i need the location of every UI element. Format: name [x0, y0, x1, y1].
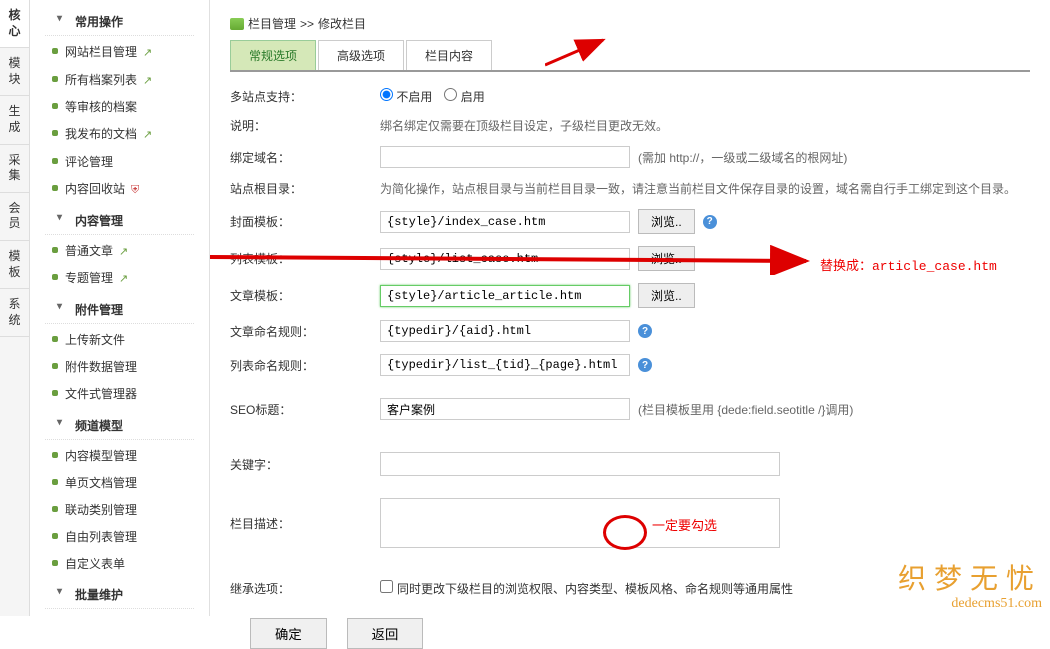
sidebar-item[interactable]: 联动类别管理 [30, 497, 209, 524]
article-tpl-input[interactable] [380, 285, 630, 307]
note-text: 绑名绑定仅需要在顶级栏目设定，子级栏目更改无效。 [380, 117, 668, 134]
nav-tab-0[interactable]: 核心 [0, 0, 29, 48]
domain-hint: (需加 http://，一级或二级域名的根网址) [638, 149, 847, 166]
sidebar-group-title[interactable]: 批量维护 [45, 581, 194, 609]
cover-tpl-input[interactable] [380, 211, 630, 233]
nav-tab-6[interactable]: 系统 [0, 289, 29, 337]
link-icon: ⛨ [131, 184, 139, 196]
sidebar-item[interactable]: 上传新文件 [30, 327, 209, 354]
domain-input[interactable] [380, 146, 630, 168]
nav-tab-1[interactable]: 模块 [0, 48, 29, 96]
article-tpl-label: 文章模板： [230, 287, 380, 304]
sidebar-group-title[interactable]: 常用操作 [45, 8, 194, 36]
seo-hint: (栏目模板里用 {dede:field.seotitle /}调用) [638, 401, 853, 418]
list-tpl-input[interactable] [380, 248, 630, 270]
sidebar-group-title[interactable]: 频道模型 [45, 412, 194, 440]
inherit-checkbox[interactable] [380, 580, 393, 593]
browse-button-article[interactable]: 浏览.. [638, 283, 695, 308]
sidebar-item[interactable]: 普通文章↗ [30, 238, 209, 266]
link-icon: ↗ [143, 47, 152, 59]
sidebar-item[interactable]: 内容回收站⛨ [30, 176, 209, 204]
radio-multisite-off[interactable]: 不启用 [380, 88, 432, 105]
sidebar: 常用操作网站栏目管理↗所有档案列表↗等审核的档案我发布的文档↗评论管理内容回收站… [30, 0, 210, 616]
sidebar-group-title[interactable]: 内容管理 [45, 207, 194, 235]
inherit-label: 继承选项： [230, 580, 380, 597]
annotation-replace-text: 替换成：article_case.htm [820, 255, 997, 274]
keywords-label: 关键字： [230, 456, 380, 473]
browse-button-cover[interactable]: 浏览.. [638, 209, 695, 234]
breadcrumb-root[interactable]: 栏目管理 [248, 15, 296, 32]
main-panel: 栏目管理 >> 修改栏目 常规选项 高级选项 栏目内容 多站点支持： 不启用 启… [210, 0, 1050, 616]
seo-label: SEO标题： [230, 401, 380, 418]
sidebar-item[interactable]: 文件式管理器 [30, 381, 209, 408]
sidebar-group-title[interactable]: 附件管理 [45, 296, 194, 324]
seo-input[interactable] [380, 398, 630, 420]
sidebar-item[interactable]: 自由列表管理 [30, 524, 209, 551]
sidebar-item[interactable]: 内容模型管理 [30, 443, 209, 470]
link-icon: ↗ [119, 273, 128, 285]
book-icon [230, 18, 244, 30]
sidebar-item[interactable]: 附件数据管理 [30, 354, 209, 381]
sidebar-group-title[interactable]: 系统帮助 [45, 612, 194, 616]
tab-advanced[interactable]: 高级选项 [318, 40, 404, 70]
siteroot-text: 为简化操作，站点根目录与当前栏目目录一致，请注意当前栏目文件保存目录的设置，域名… [380, 180, 1016, 197]
sidebar-item[interactable]: 我发布的文档↗ [30, 121, 209, 149]
sidebar-item[interactable]: 等审核的档案 [30, 94, 209, 121]
help-icon[interactable]: ? [638, 324, 652, 338]
tab-content[interactable]: 栏目内容 [406, 40, 492, 70]
browse-button-list[interactable]: 浏览.. [638, 246, 695, 271]
help-icon[interactable]: ? [703, 215, 717, 229]
nav-tab-5[interactable]: 模板 [0, 241, 29, 289]
list-rule-label: 列表命名规则： [230, 357, 380, 374]
back-button[interactable]: 返回 [347, 618, 424, 649]
sidebar-item[interactable]: 评论管理 [30, 149, 209, 176]
siteroot-label: 站点根目录： [230, 180, 380, 197]
breadcrumb: 栏目管理 >> 修改栏目 [230, 10, 1030, 40]
nav-tab-3[interactable]: 采集 [0, 145, 29, 193]
link-icon: ↗ [143, 75, 152, 87]
list-tpl-label: 列表模板： [230, 250, 380, 267]
sidebar-item[interactable]: 专题管理↗ [30, 265, 209, 293]
sidebar-item[interactable]: 单页文档管理 [30, 470, 209, 497]
inherit-checkbox-label[interactable]: 同时更改下级栏目的浏览权限、内容类型、模板风格、命名规则等通用属性 [380, 580, 793, 597]
breadcrumb-current: 修改栏目 [318, 15, 366, 32]
domain-label: 绑定域名： [230, 149, 380, 166]
nav-tab-2[interactable]: 生成 [0, 96, 29, 144]
keywords-input[interactable] [380, 452, 780, 476]
article-rule-label: 文章命名规则： [230, 323, 380, 340]
list-rule-input[interactable] [380, 354, 630, 376]
sidebar-item[interactable]: 所有档案列表↗ [30, 67, 209, 95]
desc-input[interactable] [380, 498, 780, 548]
note-label: 说明： [230, 117, 380, 134]
annotation-check-text: 一定要勾选 [652, 515, 717, 534]
link-icon: ↗ [143, 129, 152, 141]
cover-tpl-label: 封面模板： [230, 213, 380, 230]
nav-tab-4[interactable]: 会员 [0, 193, 29, 241]
watermark: 织梦无忧 dedecms51.com [898, 565, 1042, 611]
sidebar-item[interactable]: 网站栏目管理↗ [30, 39, 209, 67]
tab-general[interactable]: 常规选项 [230, 40, 316, 70]
sidebar-item[interactable]: 自定义表单 [30, 551, 209, 578]
link-icon: ↗ [119, 246, 128, 258]
help-icon[interactable]: ? [638, 358, 652, 372]
article-rule-input[interactable] [380, 320, 630, 342]
breadcrumb-sep: >> [300, 17, 314, 31]
left-nav-tabs: 核心模块生成采集会员模板系统 [0, 0, 30, 616]
submit-button[interactable]: 确定 [250, 618, 327, 649]
radio-multisite-on[interactable]: 启用 [444, 88, 484, 105]
multisite-label: 多站点支持： [230, 88, 380, 105]
desc-label: 栏目描述： [230, 515, 380, 532]
option-tabs: 常规选项 高级选项 栏目内容 [230, 40, 1030, 72]
